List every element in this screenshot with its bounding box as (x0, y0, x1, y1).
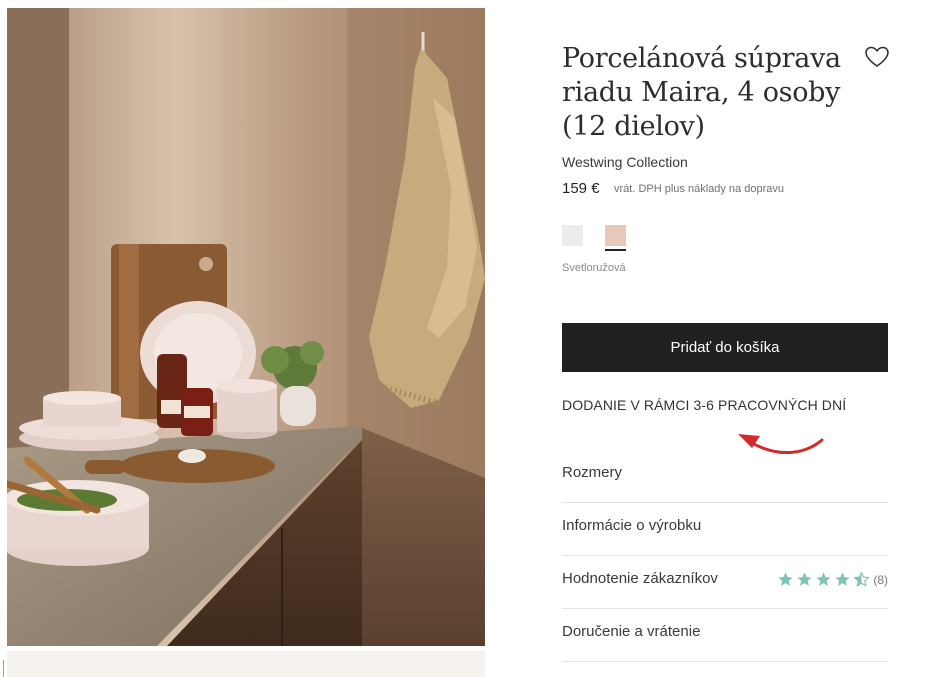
heart-icon[interactable] (864, 45, 890, 69)
delivery-info: DODANIE V RÁMCI 3-6 PRACOVNÝCH DNÍ (562, 397, 847, 413)
accordion-customer-reviews[interactable]: Hodnotenie zákazníkov (8) (562, 555, 888, 609)
selected-color-label: Svetloružová (562, 262, 626, 274)
brand-link[interactable]: Westwing Collection (562, 154, 688, 170)
rating-stars[interactable]: (8) (777, 571, 888, 588)
scroll-marker (3, 660, 4, 677)
star-icon (835, 572, 850, 586)
star-icon (797, 572, 812, 586)
accordion-delivery-returns[interactable]: Doručenie a vrátenie (562, 608, 888, 662)
accordion-label: Informácie o výrobku (562, 517, 702, 534)
product-image[interactable] (7, 8, 485, 646)
accordion-product-info[interactable]: Informácie o výrobku (562, 502, 888, 556)
half-star-icon (854, 571, 870, 587)
accordion-label: Hodnotenie zákazníkov (562, 570, 718, 587)
accordion-dimensions[interactable]: Rozmery (562, 449, 888, 503)
accordion-label: Doručenie a vrátenie (562, 623, 701, 640)
color-swatch-light-pink[interactable] (605, 225, 626, 246)
add-to-cart-button[interactable]: Pridať do košíka (562, 323, 888, 372)
product-title: Porcelánová súprava riadu Maira, 4 osoby… (562, 43, 841, 142)
selected-swatch-indicator (605, 249, 626, 251)
star-icon (778, 572, 793, 586)
product-price: 159 € (562, 180, 600, 197)
thumbnail-strip (7, 651, 485, 677)
accordion-label: Rozmery (562, 464, 623, 481)
review-count: (8) (873, 572, 888, 587)
color-swatch-light-gray[interactable] (562, 225, 583, 246)
star-icon (816, 572, 831, 586)
vat-note[interactable]: vrát. DPH plus náklady na dopravu (614, 183, 784, 195)
